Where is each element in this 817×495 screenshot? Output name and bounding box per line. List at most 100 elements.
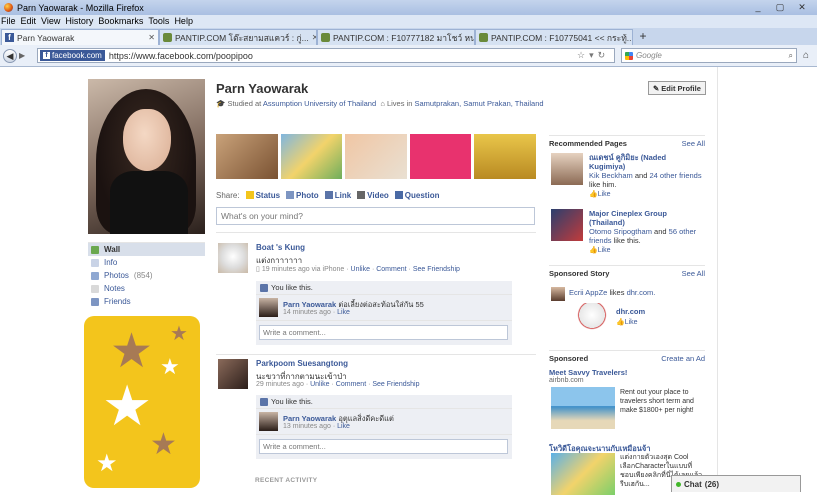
reload-icon[interactable]: ↻	[598, 50, 606, 61]
others-link[interactable]: 24 other friends	[649, 171, 701, 180]
share-link[interactable]: Link	[324, 191, 351, 200]
pantip-favicon-icon	[163, 33, 172, 42]
comment-author[interactable]: Parn Yaowarak	[283, 300, 336, 309]
share-video[interactable]: Video	[357, 191, 389, 200]
section-title: Sponsored Story	[549, 269, 610, 278]
search-icon[interactable]: ⌕	[789, 51, 793, 61]
menu-help[interactable]: Help	[174, 15, 198, 28]
bookmark-star-icon[interactable]: ☆	[577, 50, 585, 61]
close-window-button[interactable]: ✕	[793, 2, 811, 13]
commenter-avatar[interactable]	[259, 412, 278, 431]
see-all-link[interactable]: See All	[682, 139, 705, 148]
actor-link[interactable]: Ecrii AppZe	[569, 288, 607, 297]
ad-title[interactable]: Meet Savvy Travelers!	[549, 368, 627, 377]
menu-file[interactable]: File	[1, 15, 21, 28]
comment-link[interactable]: Comment	[336, 381, 366, 388]
create-ad-link[interactable]: Create an Ad	[661, 354, 705, 363]
new-tab-button[interactable]: +	[636, 30, 650, 44]
back-button[interactable]: ◀	[3, 48, 17, 63]
story-page-name[interactable]: dhr.com	[616, 307, 645, 316]
photo-thumb[interactable]	[345, 134, 407, 179]
post-meta: 29 minutes ago · Unlike · Comment · See …	[256, 381, 420, 388]
like-page-button[interactable]: 👍Like	[589, 247, 611, 254]
ad-image[interactable]	[551, 387, 615, 429]
unlike-link[interactable]: Unlike	[310, 381, 329, 388]
menu-bookmarks[interactable]: Bookmarks	[98, 15, 148, 28]
tab-pantip-1[interactable]: PANTIP.COM โต๊ะสยามสแควร์ : กู่... ✕	[159, 29, 317, 45]
location-link[interactable]: Samutprakan, Samut Prakan, Thailand	[414, 99, 543, 108]
friend-link[interactable]: Otomo Sripogtham	[589, 227, 652, 236]
comment-link[interactable]: Comment	[376, 266, 406, 273]
maximize-button[interactable]: ▢	[771, 2, 789, 13]
navigation-toolbar: ◀ ▶ f facebook.com https://www.facebook.c…	[0, 45, 817, 67]
url-bar[interactable]: f facebook.com https://www.facebook.com/p…	[37, 48, 615, 63]
see-all-link[interactable]: See All	[682, 269, 705, 278]
share-photo[interactable]: Photo	[286, 191, 319, 200]
dhr-logo[interactable]	[577, 303, 607, 333]
story-page-link[interactable]: dhr.com.	[627, 288, 656, 297]
nav-photos[interactable]: Photos (854)	[88, 269, 205, 282]
lives-prefix: Lives in	[386, 99, 413, 108]
nav-friends[interactable]: Friends	[88, 295, 205, 308]
search-input[interactable]: Google ⌕	[621, 48, 797, 63]
see-friendship-link[interactable]: See Friendship	[372, 381, 419, 388]
url-text[interactable]: https://www.facebook.com/poopipoo	[109, 51, 253, 61]
tab-pantip-2[interactable]: PANTIP.COM : F10777182 มาโชว์ หน... ✕	[317, 29, 475, 45]
photo-thumb[interactable]	[216, 134, 278, 179]
friend-link[interactable]: Kik Beckham	[589, 171, 633, 180]
like-page-button[interactable]: 👍Like	[589, 191, 611, 198]
page-name[interactable]: ณเดชน์ คูกิมิยะ (Naded Kugimiya)	[589, 153, 666, 171]
menu-edit[interactable]: Edit	[21, 15, 42, 28]
actor-avatar[interactable]	[551, 287, 565, 301]
nav-notes[interactable]: Notes	[88, 282, 205, 295]
poster-avatar[interactable]	[218, 243, 248, 273]
page-thumbnail[interactable]	[551, 153, 583, 185]
forward-button[interactable]: ▶	[19, 51, 29, 61]
write-comment-row: Write a comment...	[256, 321, 512, 345]
nav-wall[interactable]: Wall	[88, 243, 205, 256]
write-comment-input[interactable]: Write a comment...	[259, 439, 508, 454]
like-tail-text: like him.	[589, 180, 617, 189]
site-identity-button[interactable]: f facebook.com	[40, 50, 105, 61]
see-friendship-link[interactable]: See Friendship	[413, 266, 460, 273]
minimize-button[interactable]: _	[749, 2, 767, 13]
share-question[interactable]: Question	[394, 191, 439, 200]
photo-thumb[interactable]	[474, 134, 536, 179]
ad-image[interactable]	[551, 453, 615, 495]
write-comment-input[interactable]: Write a comment...	[259, 325, 508, 340]
menu-view[interactable]: View	[41, 15, 65, 28]
photo-thumb[interactable]	[280, 134, 343, 179]
story-verb: likes	[609, 288, 625, 297]
tab-facebook[interactable]: f Parn Yaowarak ✕	[1, 29, 159, 45]
school-link[interactable]: Assumption University of Thailand	[263, 99, 376, 108]
edit-profile-button[interactable]: ✎ Edit Profile	[648, 81, 706, 95]
nav-info[interactable]: Info	[88, 256, 205, 269]
tab-pantip-3[interactable]: PANTIP.COM : F10775041 << กระทู้... ✕	[475, 29, 633, 45]
photo-thumb[interactable]	[409, 134, 472, 179]
chat-bar[interactable]: Chat (26)	[671, 475, 801, 492]
menu-history[interactable]: History	[65, 15, 98, 28]
share-status[interactable]: Status	[245, 191, 280, 200]
unlike-link[interactable]: Unlike	[351, 266, 370, 273]
page-name[interactable]: Major Cineplex Group (Thailand)	[589, 209, 667, 227]
recommended-page: Major Cineplex Group (Thailand) Otomo Sr…	[549, 209, 705, 259]
menu-tools[interactable]: Tools	[148, 15, 174, 28]
home-icon[interactable]: ⌂	[803, 50, 809, 61]
wall-icon	[91, 245, 99, 254]
like-page-button[interactable]: 👍Like	[616, 319, 638, 326]
comment-author[interactable]: Parn Yaowarak	[283, 414, 336, 423]
status-input[interactable]: What's on your mind?	[216, 207, 535, 225]
post-author[interactable]: Boat 's Kung	[256, 243, 305, 252]
commenter-avatar[interactable]	[259, 298, 278, 317]
comment-like-link[interactable]: Like	[337, 309, 350, 316]
comment: Parn Yaowarak อุตุแลสิ่งดีคะดีแต่ 13 min…	[256, 409, 512, 435]
tab-label: PANTIP.COM โต๊ะสยามสแควร์ : กู่...	[175, 32, 309, 43]
page-thumbnail[interactable]	[551, 209, 583, 241]
poster-avatar[interactable]	[218, 359, 248, 389]
star-icon: ★	[102, 374, 153, 437]
dropdown-arrow-icon[interactable]: ▾	[589, 50, 594, 61]
post-author[interactable]: Parkpoom Suesangtong	[256, 359, 348, 368]
tab-close-icon[interactable]: ✕	[148, 33, 155, 42]
comment-like-link[interactable]: Like	[337, 423, 350, 430]
profile-picture[interactable]	[88, 79, 205, 234]
